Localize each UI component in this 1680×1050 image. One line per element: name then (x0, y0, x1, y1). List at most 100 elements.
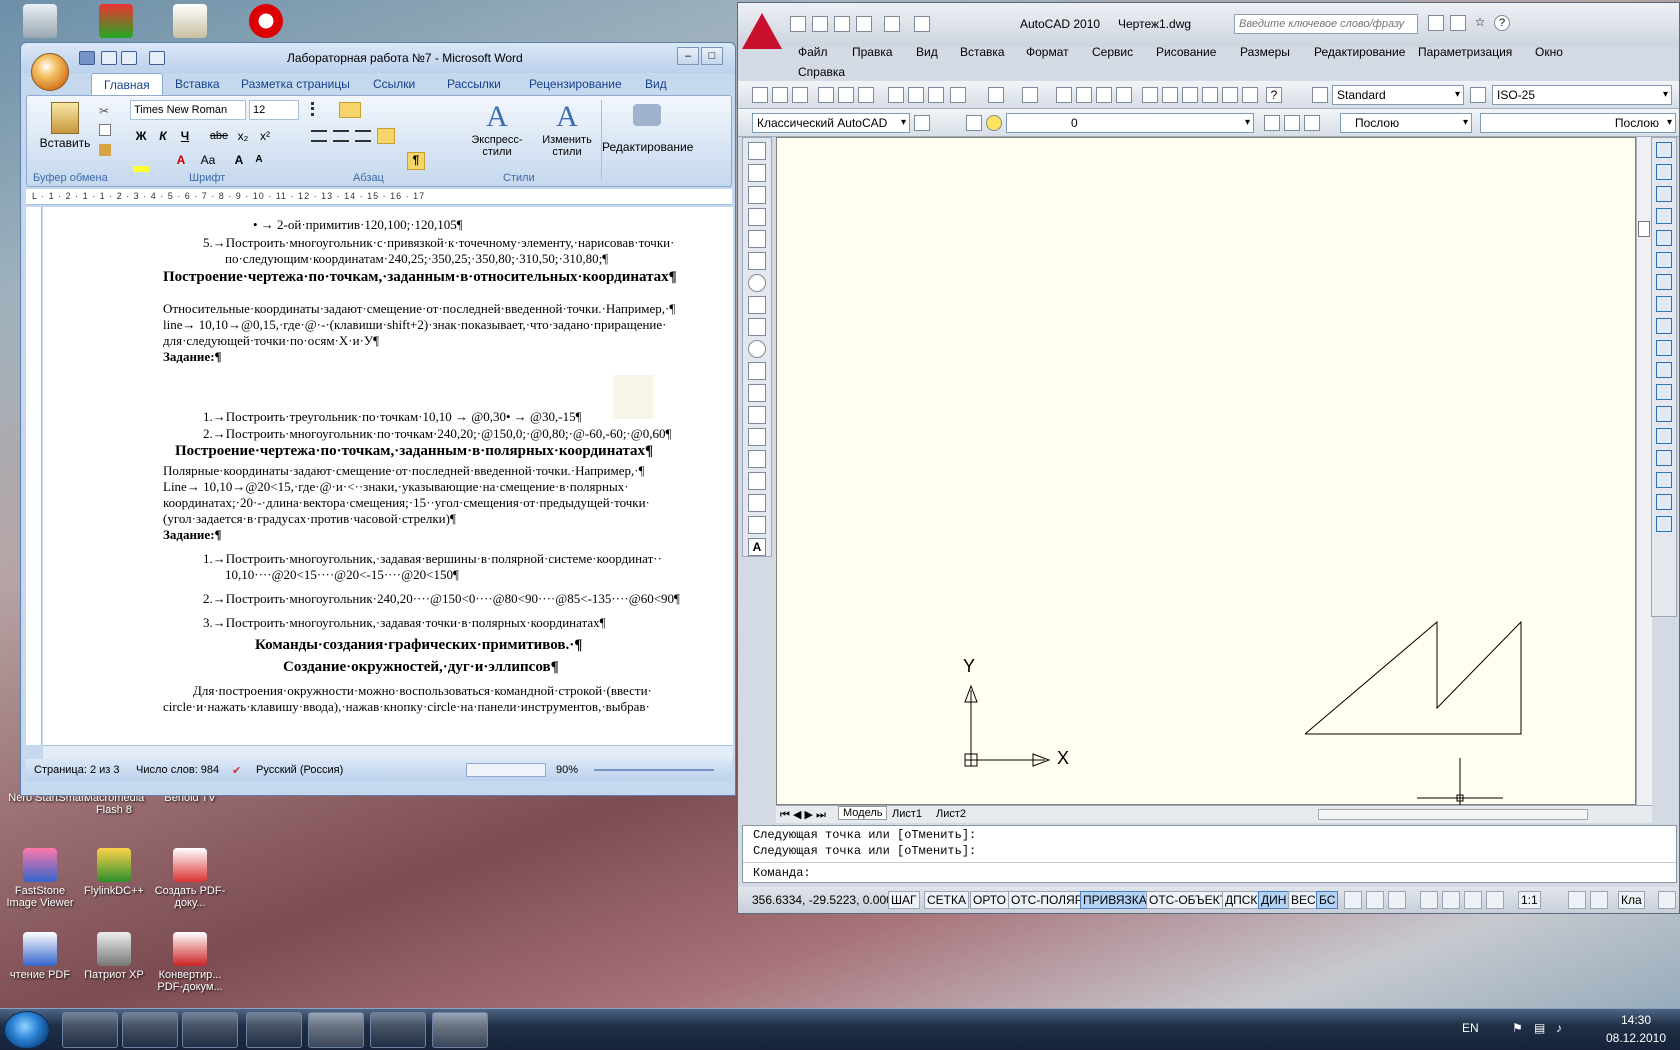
taskbar-save-icon[interactable] (246, 1012, 302, 1048)
menu-tools[interactable]: Сервис (1092, 45, 1133, 59)
tab-nav-arrows[interactable]: ⏮ ◀ ▶ ⏭ (780, 808, 826, 822)
italic-button[interactable]: К (153, 126, 173, 146)
office-button[interactable] (31, 53, 69, 91)
menu-insert[interactable]: Вставка (960, 45, 1005, 59)
construction-line-icon[interactable] (748, 164, 766, 182)
view-buttons[interactable] (466, 763, 546, 777)
insert-block-icon[interactable] (748, 384, 766, 402)
tab-layout2[interactable]: Лист2 (936, 808, 966, 820)
new-icon[interactable] (790, 16, 806, 32)
redo-icon[interactable] (121, 51, 137, 65)
array-icon[interactable] (1656, 230, 1672, 246)
qp-toggle[interactable]: БС (1316, 891, 1339, 909)
move-icon[interactable] (1656, 252, 1672, 268)
showmotion-icon[interactable] (1486, 891, 1504, 909)
star-icon[interactable]: ☆ (1472, 15, 1488, 31)
dim-style-icon[interactable] (1470, 87, 1486, 103)
help-search-input[interactable] (1234, 14, 1418, 34)
scale-icon[interactable] (1656, 296, 1672, 312)
taskbar-autocad-icon[interactable] (432, 1012, 488, 1048)
ducs-toggle[interactable]: ДПСК (1222, 891, 1261, 909)
erase-icon[interactable] (1656, 142, 1672, 158)
rotate-icon[interactable] (1656, 274, 1672, 290)
taskbar-ie-icon[interactable] (62, 1012, 118, 1048)
quick-view-drawings-icon[interactable] (1388, 891, 1406, 909)
paste-button[interactable]: Вставить (37, 100, 93, 162)
desktop-icon-read-pdf[interactable]: чтение PDF (0, 932, 80, 981)
desktop-icon-pdf-converter[interactable]: Конвертир... PDF-докум... (150, 932, 230, 993)
dim-style-select[interactable]: ISO-25 (1492, 85, 1672, 105)
font-size-select[interactable]: 12 (249, 100, 299, 120)
desktop-icon-patriot[interactable]: Патриот XP (74, 932, 154, 981)
point-tool-icon[interactable] (748, 428, 766, 446)
coordinates-readout[interactable]: 356.6334, -29.5223, 0.0000 (752, 893, 899, 907)
markup-icon[interactable] (1222, 87, 1238, 103)
drawing-area[interactable]: Y X (776, 137, 1636, 806)
workspace-switch[interactable]: Кла (1618, 891, 1645, 909)
dyn-toggle[interactable]: ДИН (1258, 891, 1290, 909)
ellipse-tool-icon[interactable] (748, 340, 766, 358)
tab-insert[interactable]: Вставка (175, 73, 220, 95)
qnew-icon[interactable] (752, 87, 768, 103)
taskbar-explorer-icon[interactable] (122, 1012, 178, 1048)
spellcheck-icon[interactable]: ✔ (232, 764, 241, 777)
pan-icon[interactable] (1056, 87, 1072, 103)
help-toolbar-icon[interactable]: ? (1266, 87, 1282, 103)
input-language[interactable]: EN (1462, 1021, 1479, 1035)
menu-view[interactable]: Вид (916, 45, 938, 59)
desktop-icon-create-pdf[interactable]: Создать PDF-доку... (150, 848, 230, 909)
text-style-select[interactable]: Standard (1332, 85, 1464, 105)
clean-screen-icon[interactable] (1658, 891, 1676, 909)
recycle-bin-icon[interactable] (0, 4, 80, 41)
opera-shortcut-icon[interactable] (226, 4, 306, 41)
menu-help[interactable]: Справка (798, 65, 845, 79)
format-painter-icon[interactable] (99, 144, 111, 156)
open-icon[interactable] (812, 16, 828, 32)
auto-scale-icon[interactable] (1590, 891, 1608, 909)
snap-toggle[interactable]: ШАГ (888, 891, 920, 909)
linetype-select[interactable]: Послою (1480, 113, 1676, 133)
open-file-icon[interactable] (772, 87, 788, 103)
menu-parametric[interactable]: Параметризация (1418, 45, 1512, 59)
word-count[interactable]: Число слов: 984 (136, 764, 219, 776)
strikethrough-button[interactable]: abe (209, 126, 229, 146)
taskbar-monitor-icon[interactable] (370, 1012, 426, 1048)
communication-icon[interactable] (1450, 15, 1466, 31)
word-window[interactable]: Лабораторная работа №7 - Microsoft Word … (20, 42, 736, 796)
change-case-button[interactable]: Aa (195, 150, 221, 170)
offset-icon[interactable] (1656, 208, 1672, 224)
sheet-set-icon[interactable] (1202, 87, 1218, 103)
maximize-button[interactable]: □ (701, 47, 723, 65)
language-indicator[interactable]: Русский (Россия) (256, 764, 343, 776)
start-button[interactable] (4, 1011, 50, 1049)
notepad-shortcut-icon[interactable] (150, 4, 230, 41)
undo-icon[interactable] (101, 51, 117, 65)
tab-view[interactable]: Вид (645, 73, 667, 95)
plot-icon[interactable] (914, 16, 930, 32)
text-style-icon[interactable] (1312, 87, 1328, 103)
tab-review[interactable]: Рецензирование (529, 73, 622, 95)
tab-layout1[interactable]: Лист1 (892, 808, 922, 820)
join-icon[interactable] (1656, 428, 1672, 444)
fillet-icon[interactable] (1656, 472, 1672, 488)
save-file-icon[interactable] (792, 87, 808, 103)
explode-icon[interactable] (1656, 494, 1672, 510)
zoom-status-icon[interactable] (1442, 891, 1460, 909)
menu-edit[interactable]: Правка (852, 45, 893, 59)
print-preview-icon[interactable] (149, 51, 165, 65)
scroll-thumb[interactable] (1638, 221, 1650, 237)
layer-manager-icon[interactable] (966, 115, 982, 131)
desktop-icon-flylink[interactable]: FlylinkDC++ (74, 848, 154, 897)
tab-page-layout[interactable]: Разметка страницы (241, 73, 350, 95)
layer-previous-icon[interactable] (1284, 115, 1300, 131)
bold-button[interactable]: Ж (131, 126, 151, 146)
taskbar-word-icon[interactable] (308, 1012, 364, 1048)
trim-icon[interactable] (1656, 340, 1672, 356)
font-color-icon[interactable]: A (171, 150, 191, 170)
tray-network-icon[interactable]: ▤ (1534, 1021, 1545, 1035)
zoom-window-icon[interactable] (1096, 87, 1112, 103)
horizontal-scrollbar[interactable] (1318, 809, 1588, 820)
lineweight-toggle[interactable]: ВЕС (1288, 891, 1319, 909)
grid-toggle[interactable]: СЕТКА (924, 891, 969, 909)
quick-view-icon[interactable] (1366, 891, 1384, 909)
